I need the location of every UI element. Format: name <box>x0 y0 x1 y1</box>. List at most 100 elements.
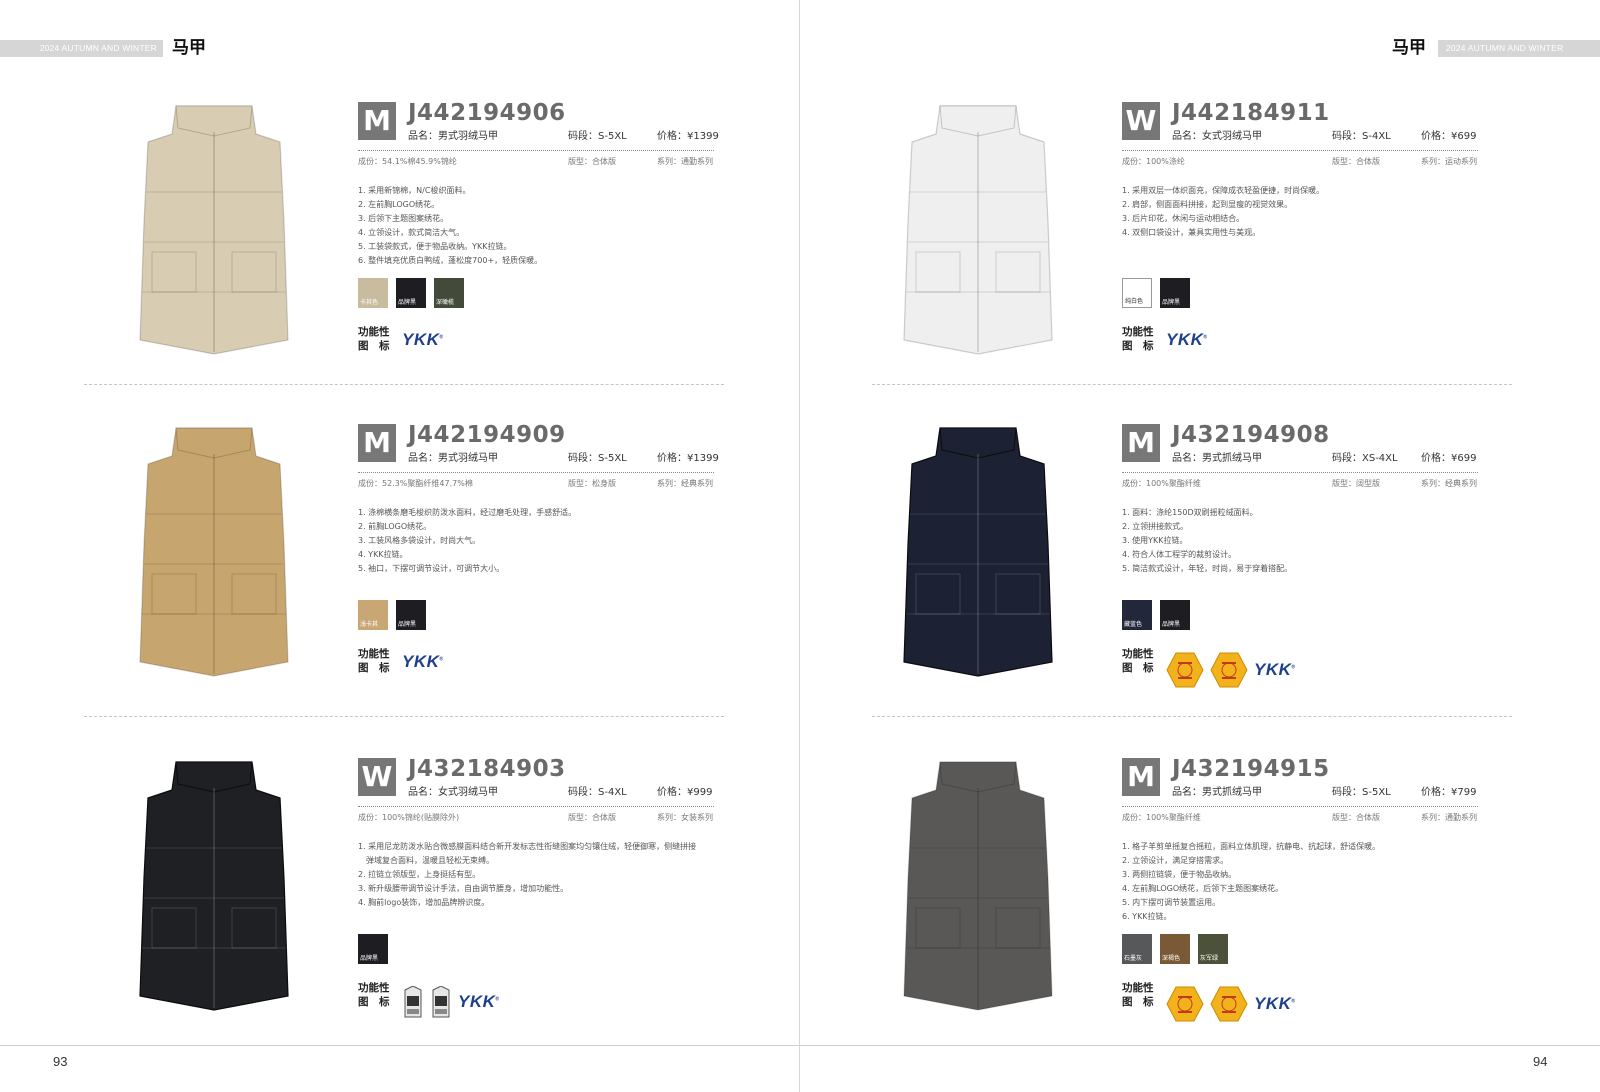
ykk-logo-icon: YKK® <box>1166 330 1208 349</box>
ykk-logo-icon: YKK® <box>1254 660 1296 679</box>
size-range: 码段：S-5XL <box>568 131 627 142</box>
func-label-line2: 图 标 <box>1122 340 1154 352</box>
product-card: M J432194915 品名：男式抓绒马甲 码段：S-5XL 价格：¥799 … <box>848 748 1548 1048</box>
series: 系列：经典系列 <box>1421 479 1477 488</box>
func-label-line2: 图 标 <box>358 662 390 674</box>
gender-badge: M <box>358 102 396 140</box>
product-name: 品名：女式羽绒马甲 <box>408 787 498 798</box>
right-page: 马甲 2024 AUTUMN AND WINTER W J442184911 品… <box>800 0 1600 1092</box>
warm-hex-badge-icon <box>1210 986 1248 1022</box>
feature-item: 5. 袖口，下摆可调节设计，可调节大小。 <box>358 564 505 573</box>
feature-item: 5. 内下摆可调节装置运用。 <box>1122 898 1221 907</box>
fit-type: 版型：合体版 <box>1332 157 1380 166</box>
func-label-line2: 图 标 <box>1122 662 1154 674</box>
feature-item: 1. 采用尼龙防泼水贴合微感膜面料结合新开发标志性衔缝图案均匀镶住绒，轻便御寒，… <box>358 842 697 851</box>
feature-item: 3. 新升级腰带调节设计手法，自由调节腰身，增加功能性。 <box>358 884 569 893</box>
feature-item: 4. 双侧口袋设计，兼具实用性与美观。 <box>1122 228 1261 237</box>
product-photo <box>84 92 344 372</box>
warm-hex-badge-icon <box>1166 652 1204 688</box>
category-title: 马甲 <box>172 38 206 58</box>
ykk-logo-icon: YKK® <box>1254 994 1296 1013</box>
price: 价格：¥1399 <box>657 131 719 142</box>
color-swatch: 深橄榄 <box>434 278 464 308</box>
swatch-label: 品牌黑 <box>360 955 379 962</box>
material: 成份：100%聚酯纤维 <box>1122 479 1201 488</box>
fit-type: 版型：合体版 <box>1332 813 1380 822</box>
feature-item: 4. YKK拉链。 <box>358 550 408 559</box>
product-photo <box>848 748 1108 1028</box>
feature-list: 1. 涤棉横条磨毛梭织防泼水面料，经过磨毛处理，手感舒适。 2. 前胸LOGO绣花… <box>358 506 718 576</box>
feature-item: 1. 格子羊剪单摇复合摇粒，面料立体肌理，抗静电、抗起球，舒适保暖。 <box>1122 842 1381 851</box>
size-range: 码段：S-4XL <box>1332 131 1391 142</box>
color-swatch: 品牌黑 <box>358 934 388 964</box>
product-card: W J432184903 品名：女式羽绒马甲 码段：S-4XL 价格：¥999 … <box>84 748 784 1048</box>
tag-icon-1 <box>404 986 422 1018</box>
ykk-logo-icon: YKK® <box>402 652 444 671</box>
series: 系列：运动系列 <box>1421 157 1477 166</box>
catalog-spread: 2024 AUTUMN AND WINTER 马甲 M J442194906 品… <box>0 0 1600 1092</box>
color-swatches: 品牌黑 <box>358 934 388 964</box>
color-swatch: 藏蓝色 <box>1122 600 1152 630</box>
product-code: J442194909 <box>408 422 566 448</box>
function-icons-label: 功能性 图 标 <box>358 981 390 1009</box>
feature-item: 2. 肩部，侧面面料拼接，起到显瘦的视觉效果。 <box>1122 200 1293 209</box>
feature-list: 1. 采用双层一体织面充，保障成衣轻盈便捷，时尚保暖。 2. 肩部，侧面面料拼接，… <box>1122 184 1482 240</box>
product-photo <box>848 92 1108 372</box>
func-label-line1: 功能性 <box>1122 326 1154 338</box>
color-swatch: 品牌黑 <box>1160 600 1190 630</box>
season-bar: 2024 AUTUMN AND WINTER <box>0 40 163 57</box>
section-divider <box>84 384 724 385</box>
size-range: 码段：S-5XL <box>568 453 627 464</box>
series: 系列：经典系列 <box>657 479 713 488</box>
swatch-label: 品牌黑 <box>1162 621 1181 628</box>
fit-type: 版型：松身版 <box>568 479 616 488</box>
spec-divider <box>1122 472 1478 473</box>
swatch-label: 藏蓝色 <box>1124 621 1143 628</box>
function-icons: YKK® <box>402 652 444 672</box>
warm-hex-badge-icon <box>1210 652 1248 688</box>
color-swatch: 石墨灰 <box>1122 934 1152 964</box>
swatch-label: 深橄榄 <box>436 299 455 306</box>
swatch-label: 品牌黑 <box>398 621 417 628</box>
gender-badge: M <box>358 424 396 462</box>
swatch-label: 浅卡其 <box>360 621 379 628</box>
feature-item: 4. 符合人体工程学的裁剪设计。 <box>1122 550 1237 559</box>
func-label-line1: 功能性 <box>358 982 390 994</box>
price: 价格：¥799 <box>1421 787 1477 798</box>
function-icons-label: 功能性 图 标 <box>358 647 390 675</box>
left-page: 2024 AUTUMN AND WINTER 马甲 M J442194906 品… <box>0 0 800 1092</box>
func-label-line1: 功能性 <box>358 648 390 660</box>
color-swatch: 卡其色 <box>358 278 388 308</box>
spec-divider <box>358 150 714 151</box>
feature-item: 2. 左前胸LOGO绣花。 <box>358 200 440 209</box>
feature-list: 1. 面料：涤纶150D双刷摇粒绒面料。 2. 立领拼接款式。 3. 使用YKK拉链… <box>1122 506 1482 576</box>
func-label-line1: 功能性 <box>358 326 390 338</box>
feature-item: 4. 胸前logo装饰，增加品牌辨识度。 <box>358 898 490 907</box>
feature-item: 6. 整件填充优质白鸭绒，蓬松度700+，轻质保暖。 <box>358 256 543 265</box>
feature-item: 1. 采用新锦棉，N/C梭织面料。 <box>358 186 471 195</box>
feature-item: 2. 拉链立领版型，上身挺括有型。 <box>358 870 481 879</box>
gender-badge: M <box>1122 758 1160 796</box>
product-photo <box>84 748 344 1028</box>
page-number-right: 94 <box>1533 1054 1548 1069</box>
function-icons: YKK® <box>1166 652 1296 688</box>
product-code: J432184903 <box>408 756 566 782</box>
size-range: 码段：S-4XL <box>568 787 627 798</box>
function-icons: YKK® <box>1166 986 1296 1022</box>
color-swatches: 纯白色 品牌黑 <box>1122 278 1190 308</box>
color-swatches: 卡其色 品牌黑 深橄榄 <box>358 278 464 308</box>
feature-list: 1. 采用新锦棉，N/C梭织面料。 2. 左前胸LOGO绣花。 3. 后领下主题图案… <box>358 184 718 268</box>
product-code: J442184911 <box>1172 100 1330 126</box>
price: 价格：¥699 <box>1421 131 1477 142</box>
section-divider <box>872 384 1512 385</box>
price: 价格：¥699 <box>1421 453 1477 464</box>
ykk-logo-icon: YKK® <box>458 992 500 1011</box>
price: 价格：¥1399 <box>657 453 719 464</box>
product-photo <box>848 414 1108 694</box>
swatch-label: 深褐色 <box>1162 955 1181 962</box>
series: 系列：通勤系列 <box>1421 813 1477 822</box>
spec-divider <box>1122 806 1478 807</box>
feature-item: 3. 后片印花，休闲与运动相结合。 <box>1122 214 1245 223</box>
spec-divider <box>1122 150 1478 151</box>
product-name: 品名：男式羽绒马甲 <box>408 453 498 464</box>
